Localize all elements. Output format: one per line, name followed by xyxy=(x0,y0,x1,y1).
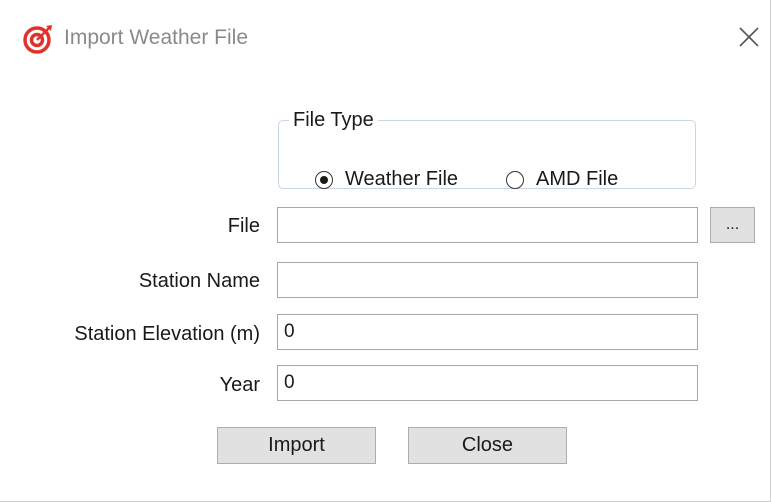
file-type-group: File Type Weather File AMD File xyxy=(278,109,696,191)
radio-checked-icon[interactable] xyxy=(315,170,333,189)
radio-unchecked-icon[interactable] xyxy=(506,170,525,189)
station-elevation-label: Station Elevation (m) xyxy=(74,323,260,345)
close-button[interactable]: Close xyxy=(408,427,567,464)
file-label: File xyxy=(227,215,260,237)
file-type-legend: File Type xyxy=(293,109,374,131)
station-name-label: Station Name xyxy=(138,270,260,292)
weather-file-radio[interactable]: Weather File xyxy=(315,168,458,191)
window-title: Import Weather File xyxy=(64,26,249,49)
close-icon[interactable] xyxy=(736,24,762,50)
station-elevation-input[interactable] xyxy=(277,314,698,350)
import-weather-dialog: Import Weather File File Type Weather Fi… xyxy=(0,0,771,502)
station-name-input[interactable] xyxy=(277,262,698,298)
browse-button[interactable]: ... xyxy=(710,207,755,243)
year-label: Year xyxy=(219,374,260,396)
target-app-icon xyxy=(23,25,52,54)
amd-file-radio[interactable]: AMD File xyxy=(506,168,618,191)
import-button[interactable]: Import xyxy=(217,427,376,464)
weather-file-radio-label[interactable]: Weather File xyxy=(345,168,458,191)
year-input[interactable] xyxy=(277,365,698,401)
file-type-radio-group: Weather File AMD File xyxy=(315,168,618,191)
file-path-input[interactable] xyxy=(277,207,698,243)
title-bar: Import Weather File xyxy=(0,0,770,82)
amd-file-radio-label[interactable]: AMD File xyxy=(536,168,618,191)
